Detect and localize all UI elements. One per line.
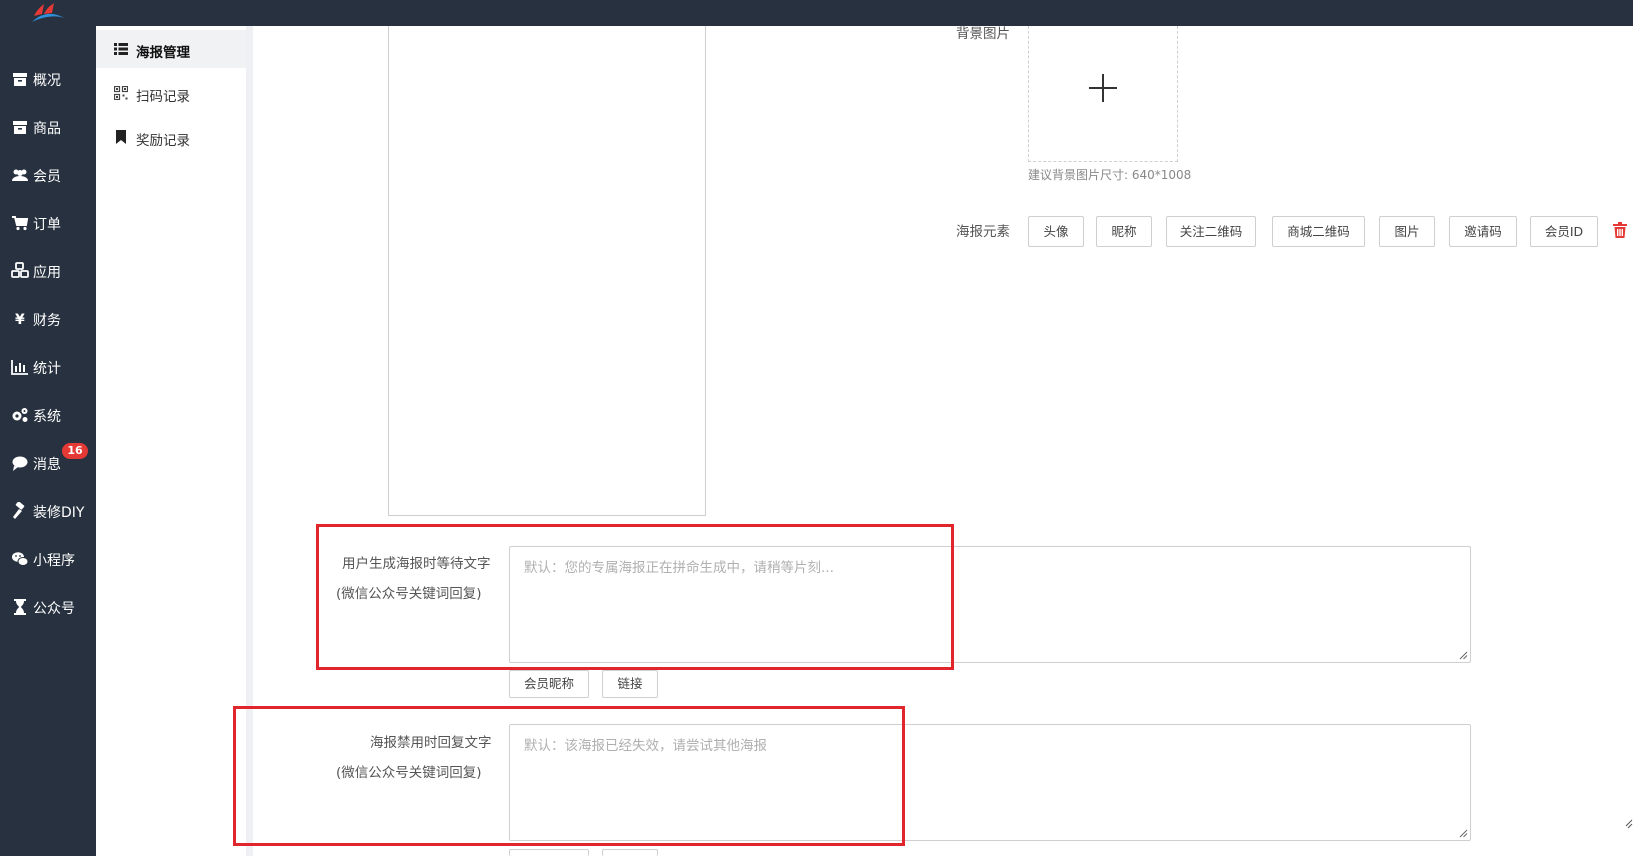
chat-bubble-icon (12, 456, 28, 471)
trash-icon[interactable] (1613, 222, 1627, 238)
nav-item-system[interactable]: 系统 (0, 400, 96, 430)
insert-member-nickname-button[interactable]: 会员昵称 (509, 670, 589, 698)
nav-item-label: 统计 (33, 361, 61, 377)
bg-image-upload[interactable] (1028, 26, 1178, 162)
highlight-box-disabled-text (233, 706, 905, 846)
nav-item-label: 装修DIY (33, 505, 85, 521)
submenu-item-poster-management[interactable]: 海报管理 (96, 30, 246, 68)
nav-item-official-account[interactable]: 公众号 (0, 592, 96, 622)
gears-icon (12, 408, 28, 422)
submenu-item-label: 奖励记录 (136, 133, 190, 149)
element-follow-qrcode-button[interactable]: 关注二维码 (1166, 216, 1256, 247)
yen-icon: ¥ (15, 312, 25, 328)
nav-item-label: 应用 (33, 265, 61, 281)
bg-image-size-hint: 建议背景图片尺寸: 640*1008 (1028, 168, 1192, 182)
main-sidebar: 概况 商品 会员 订单 应用 ¥ 财务 统计 系统 消息 16 装修DIY 小程… (0, 26, 96, 856)
wechat-icon (12, 552, 29, 566)
nav-item-members[interactable]: 会员 (0, 160, 96, 190)
gavel-icon (13, 502, 25, 519)
users-icon (12, 169, 28, 181)
submenu-item-reward-records[interactable]: 奖励记录 (96, 118, 246, 156)
nav-item-messages[interactable]: 消息 16 (0, 443, 96, 478)
brand-logo[interactable] (28, 2, 68, 26)
sub-menu: 海报管理 扫码记录 奖励记录 (96, 26, 246, 856)
bookmark-icon (116, 130, 126, 144)
submenu-item-label: 扫码记录 (136, 89, 190, 105)
element-nickname-button[interactable]: 昵称 (1096, 216, 1152, 247)
hourglass-icon (14, 599, 26, 615)
top-bar (0, 0, 1633, 26)
nav-item-label: 系统 (33, 409, 61, 425)
poster-preview-canvas[interactable] (388, 26, 706, 516)
element-mall-qrcode-button[interactable]: 商城二维码 (1272, 216, 1365, 247)
nav-item-apps[interactable]: 应用 (0, 256, 96, 286)
disabled-insert-button-partial[interactable] (602, 849, 658, 856)
plus-icon (1089, 74, 1117, 102)
nav-item-label: 概况 (33, 73, 61, 89)
resize-grip-icon (1625, 819, 1633, 829)
bg-image-label: 背景图片 (956, 26, 1010, 42)
cubes-icon (11, 262, 29, 278)
bar-chart-icon (11, 360, 28, 375)
nav-item-goods[interactable]: 商品 (0, 112, 96, 142)
nav-item-label: 公众号 (33, 601, 75, 617)
element-image-button[interactable]: 图片 (1379, 216, 1435, 247)
element-invite-code-button[interactable]: 邀请码 (1449, 216, 1517, 247)
cart-icon (12, 216, 29, 231)
resize-grip-icon[interactable] (1459, 829, 1468, 838)
element-avatar-button[interactable]: 头像 (1028, 216, 1084, 247)
archive-icon (13, 73, 27, 86)
nav-item-finance[interactable]: ¥ 财务 (0, 304, 96, 334)
nav-item-label: 订单 (33, 217, 61, 233)
element-member-id-button[interactable]: 会员ID (1530, 216, 1598, 247)
nav-item-label: 商品 (33, 121, 61, 137)
list-icon (114, 43, 128, 55)
nav-item-overview[interactable]: 概况 (0, 64, 96, 94)
qrcode-icon (114, 86, 128, 100)
submenu-item-scan-records[interactable]: 扫码记录 (96, 74, 246, 112)
nav-item-label: 小程序 (33, 553, 75, 569)
disabled-insert-button-partial[interactable] (509, 849, 589, 856)
archive-icon (13, 121, 27, 134)
highlight-box-wait-text (316, 524, 954, 670)
unread-badge: 16 (62, 443, 88, 459)
nav-item-label: 财务 (33, 313, 61, 329)
nav-item-label: 消息 (33, 457, 61, 473)
insert-link-button[interactable]: 链接 (602, 670, 658, 698)
nav-item-orders[interactable]: 订单 (0, 208, 96, 238)
svg-text:¥: ¥ (15, 312, 25, 328)
nav-item-statistics[interactable]: 统计 (0, 352, 96, 382)
nav-item-mini-program[interactable]: 小程序 (0, 544, 96, 574)
nav-item-label: 会员 (33, 169, 61, 185)
poster-elements-label: 海报元素 (956, 224, 1010, 240)
submenu-item-label: 海报管理 (136, 45, 190, 61)
nav-item-decoration-diy[interactable]: 装修DIY (0, 496, 96, 526)
resize-grip-icon[interactable] (1459, 651, 1468, 660)
